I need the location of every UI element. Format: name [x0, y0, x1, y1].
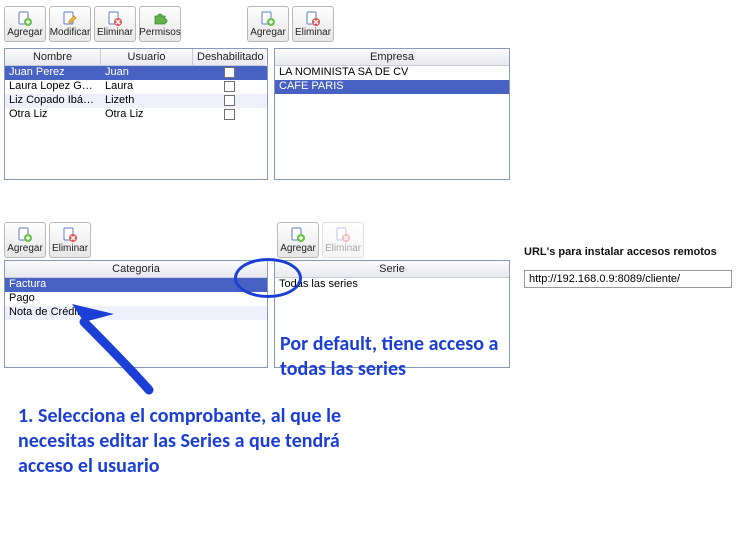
cell-deshab[interactable]	[193, 108, 265, 122]
cell-deshab[interactable]	[193, 80, 265, 94]
puzzle-icon	[152, 11, 168, 27]
col-usuario[interactable]: Usuario	[101, 49, 193, 66]
cell-nombre: Liz Copado Ibáñez	[5, 94, 101, 108]
cell-empresa: LA NOMINISTA SA DE CV	[275, 66, 509, 80]
col-deshabilitado[interactable]: Deshabilitado	[193, 49, 265, 66]
permisos-label: Permisos	[139, 28, 181, 38]
serie-grid-header: Serie	[275, 261, 509, 278]
eliminar-empresa-label: Eliminar	[295, 28, 331, 38]
cell-nombre: Juan Perez	[5, 66, 101, 80]
annotation-step: 1. Selecciona el comprobante, al que le …	[18, 404, 398, 479]
page-delete-icon	[335, 227, 351, 243]
cell-nombre: Otra Liz	[5, 108, 101, 122]
agregar-label: Agregar	[7, 28, 43, 38]
eliminar-empresa-button[interactable]: Eliminar	[292, 6, 334, 42]
cell-deshab[interactable]	[193, 94, 265, 108]
cell-deshab[interactable]	[193, 66, 265, 80]
checkbox-icon[interactable]	[224, 67, 235, 78]
eliminar-serie-label: Eliminar	[325, 244, 361, 254]
eliminar-categoria-button[interactable]: Eliminar	[49, 222, 91, 258]
agregar-serie-label: Agregar	[280, 244, 316, 254]
table-row[interactable]: CAFE PARIS	[275, 80, 509, 94]
agregar-empresa-button[interactable]: Agregar	[247, 6, 289, 42]
modificar-label: Modificar	[50, 28, 91, 38]
url-input[interactable]: http://192.168.0.9:8089/cliente/	[524, 270, 732, 288]
categoria-grid-header: Categoria	[5, 261, 267, 278]
table-row[interactable]: Nota de Crédito	[5, 306, 267, 320]
col-serie[interactable]: Serie	[275, 261, 509, 278]
agregar-empresa-label: Agregar	[250, 28, 286, 38]
table-row[interactable]: LA NOMINISTA SA DE CV	[275, 66, 509, 80]
col-empresa[interactable]: Empresa	[275, 49, 509, 66]
eliminar-serie-button: Eliminar	[322, 222, 364, 258]
page-pencil-icon	[62, 11, 78, 27]
cell-usuario: Juan	[101, 66, 193, 80]
table-row[interactable]: Laura Lopez Gó... Laura	[5, 80, 267, 94]
modificar-button[interactable]: Modificar	[49, 6, 91, 42]
cell-categoria: Nota de Crédito	[5, 306, 267, 320]
cell-usuario: Laura	[101, 80, 193, 94]
empresa-grid[interactable]: Empresa LA NOMINISTA SA DE CV CAFE PARIS	[274, 48, 510, 180]
page-delete-icon	[305, 11, 321, 27]
categoria-grid[interactable]: Categoria Factura Pago Nota de Crédito	[4, 260, 268, 368]
page-plus-icon	[290, 227, 306, 243]
cell-categoria: Factura	[5, 278, 267, 292]
cell-empresa: CAFE PARIS	[275, 80, 509, 94]
url-section: URL's para instalar accesos remotos http…	[524, 246, 732, 288]
cell-usuario: Otra Liz	[101, 108, 193, 122]
checkbox-icon[interactable]	[224, 81, 235, 92]
table-row[interactable]: Pago	[5, 292, 267, 306]
toolbar-categoria: Agregar Eliminar	[4, 222, 268, 258]
table-row[interactable]: Todas las series	[275, 278, 509, 292]
annotation-note: Por default, tiene acceso a todas las se…	[280, 332, 540, 382]
table-row[interactable]: Juan Perez Juan	[5, 66, 267, 80]
permisos-button[interactable]: Permisos	[139, 6, 181, 42]
col-categoria[interactable]: Categoria	[5, 261, 267, 278]
col-nombre[interactable]: Nombre	[5, 49, 101, 66]
table-row[interactable]: Factura	[5, 278, 267, 292]
agregar-serie-button[interactable]: Agregar	[277, 222, 319, 258]
empresa-grid-header: Empresa	[275, 49, 509, 66]
cell-categoria: Pago	[5, 292, 267, 306]
users-grid[interactable]: Nombre Usuario Deshabilitado Juan Perez …	[4, 48, 268, 180]
eliminar-label: Eliminar	[97, 28, 133, 38]
checkbox-icon[interactable]	[224, 95, 235, 106]
page-delete-icon	[62, 227, 78, 243]
cell-nombre: Laura Lopez Gó...	[5, 80, 101, 94]
agregar-categoria-label: Agregar	[7, 244, 43, 254]
checkbox-icon[interactable]	[224, 109, 235, 120]
url-title: URL's para instalar accesos remotos	[524, 246, 732, 258]
page-plus-icon	[260, 11, 276, 27]
agregar-categoria-button[interactable]: Agregar	[4, 222, 46, 258]
users-grid-header: Nombre Usuario Deshabilitado	[5, 49, 267, 66]
table-row[interactable]: Otra Liz Otra Liz	[5, 108, 267, 122]
toolbar-users: Agregar Modificar Eliminar Permisos Agre…	[4, 4, 734, 48]
cell-serie: Todas las series	[275, 278, 509, 292]
agregar-button[interactable]: Agregar	[4, 6, 46, 42]
cell-usuario: Lizeth	[101, 94, 193, 108]
eliminar-categoria-label: Eliminar	[52, 244, 88, 254]
page-delete-icon	[107, 11, 123, 27]
table-row[interactable]: Liz Copado Ibáñez Lizeth	[5, 94, 267, 108]
page-plus-icon	[17, 227, 33, 243]
toolbar-serie: Agregar Eliminar	[271, 222, 507, 258]
eliminar-button[interactable]: Eliminar	[94, 6, 136, 42]
page-plus-icon	[17, 11, 33, 27]
